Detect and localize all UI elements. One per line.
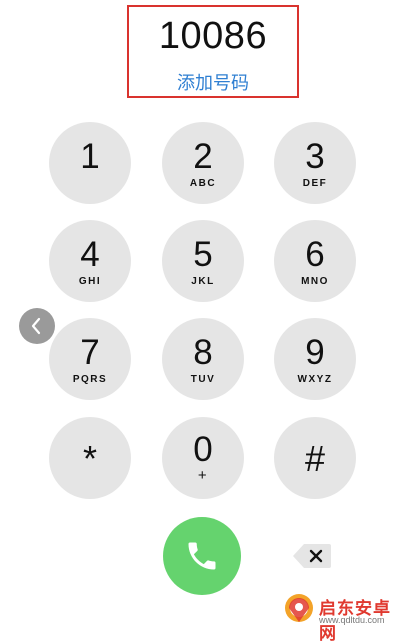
- backspace-icon: [293, 544, 331, 568]
- key-digit: 6: [305, 235, 325, 274]
- key-digit: 4: [80, 235, 100, 274]
- add-number-link[interactable]: 添加号码: [129, 69, 297, 95]
- key-letters: ABC: [189, 178, 217, 189]
- key-2[interactable]: 2 ABC: [162, 122, 244, 204]
- key-digit: 9: [305, 333, 325, 372]
- key-0[interactable]: 0 +: [162, 417, 244, 499]
- key-5[interactable]: 5 JKL: [162, 220, 244, 302]
- delete-button[interactable]: [292, 543, 332, 569]
- key-1[interactable]: 1: [49, 122, 131, 204]
- key-letters: TUV: [190, 374, 216, 385]
- key-7[interactable]: 7 PQRS: [49, 318, 131, 400]
- key-digit: 7: [80, 333, 100, 372]
- key-digit: 8: [193, 333, 213, 372]
- key-6[interactable]: 6 MNO: [274, 220, 356, 302]
- key-letters: WXYZ: [297, 374, 333, 385]
- key-letters: DEF: [302, 178, 328, 189]
- back-button[interactable]: [19, 308, 55, 344]
- key-digit: 2: [193, 137, 213, 176]
- key-digit: 5: [193, 235, 213, 274]
- key-letters: +: [197, 467, 209, 484]
- key-8[interactable]: 8 TUV: [162, 318, 244, 400]
- key-9[interactable]: 9 WXYZ: [274, 318, 356, 400]
- key-digit: 0: [193, 430, 213, 469]
- phone-icon: [188, 542, 216, 570]
- watermark: 启东安卓网 www.qdltdu.com: [279, 588, 407, 644]
- key-letters: GHI: [78, 276, 102, 287]
- key-star[interactable]: *: [49, 417, 131, 499]
- chevron-left-icon: [31, 317, 41, 335]
- key-3[interactable]: 3 DEF: [274, 122, 356, 204]
- key-digit: *: [82, 438, 97, 479]
- key-hash[interactable]: #: [274, 417, 356, 499]
- key-digit: 3: [305, 137, 325, 176]
- dialed-number: 10086: [158, 15, 268, 57]
- key-digit: 1: [80, 137, 100, 176]
- key-digit: #: [304, 438, 326, 479]
- key-4[interactable]: 4 GHI: [49, 220, 131, 302]
- key-letters: PQRS: [72, 374, 108, 385]
- key-letters: JKL: [191, 276, 215, 287]
- dialed-number-box: 10086 添加号码: [127, 5, 299, 98]
- call-button[interactable]: [163, 517, 241, 595]
- watermark-logo-icon: [285, 594, 313, 622]
- watermark-url: www.qdltdu.com: [319, 615, 385, 625]
- key-letters: MNO: [301, 276, 329, 287]
